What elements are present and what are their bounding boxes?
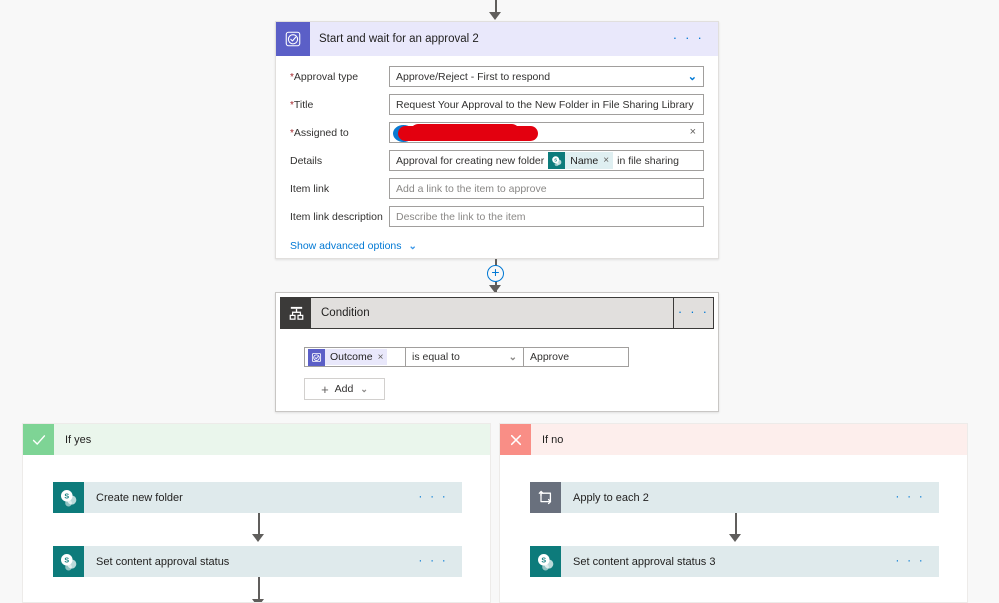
form-row-item-link-description: Item link description Describe the link … — [290, 206, 704, 227]
condition-right-operand-value: Approve — [530, 351, 570, 363]
insert-step-button[interactable]: + — [487, 265, 504, 282]
action-card-condition[interactable]: Condition · · · Outcome × is equal to ⌄ … — [275, 292, 719, 412]
approval-card-menu-button[interactable]: · · · — [663, 30, 718, 49]
svg-text:S: S — [64, 492, 69, 500]
branch-if-yes: If yes S Create new folder · · · S Set c… — [22, 423, 491, 603]
flow-designer-canvas: Start and wait for an approval 2 · · · *… — [0, 0, 999, 603]
connector-arrow-yes-1 — [252, 534, 264, 542]
condition-operator-value: is equal to — [412, 351, 460, 363]
details-input[interactable]: Approval for creating new folder S Name … — [389, 150, 704, 171]
redaction-marker-2 — [410, 124, 520, 141]
details-prefix-text: Approval for creating new folder — [396, 154, 545, 167]
apply-to-each-loop-icon — [530, 482, 561, 513]
connector-arrow-top — [489, 12, 501, 20]
item-link-description-placeholder: Describe the link to the item — [396, 210, 526, 223]
details-suffix-text: in file sharing — [617, 154, 679, 167]
step-title: Create new folder — [96, 491, 183, 504]
condition-expression-row: Outcome × is equal to ⌄ Approve — [304, 347, 718, 367]
chevron-down-icon: ⌄ — [687, 71, 697, 83]
step-set-content-approval-status-3[interactable]: S Set content approval status 3 · · · — [530, 546, 939, 577]
label-title: *Title — [290, 98, 314, 111]
condition-right-operand-field[interactable]: Approve — [524, 347, 629, 367]
token-label: Name — [570, 154, 599, 167]
token-label: Outcome — [330, 351, 373, 363]
token-remove-icon[interactable]: × — [603, 155, 609, 166]
step-set-content-approval-status[interactable]: S Set content approval status · · · — [53, 546, 462, 577]
show-advanced-options-link[interactable]: Show advanced options ⌄ — [290, 234, 417, 252]
title-value: Request Your Approval to the New Folder … — [396, 98, 694, 111]
branch-if-no-header: If no — [500, 424, 967, 455]
step-title: Apply to each 2 — [573, 491, 649, 504]
approval-type-value: Approve/Reject - First to respond — [396, 70, 551, 83]
checkmark-icon — [23, 424, 54, 455]
show-advanced-options-label: Show advanced options — [290, 240, 402, 252]
title-input[interactable]: Request Your Approval to the New Folder … — [389, 94, 704, 115]
form-row-item-link: Item link Add a link to the item to appr… — [290, 178, 704, 199]
branch-if-yes-label: If yes — [65, 433, 92, 446]
dynamic-content-token-outcome[interactable]: Outcome × — [308, 348, 388, 366]
plus-icon: + — [321, 381, 329, 397]
label-item-link-description: Item link description — [290, 210, 383, 223]
sharepoint-icon: S — [548, 152, 566, 169]
approval-type-dropdown[interactable]: Approve/Reject - First to respond ⌄ — [389, 66, 704, 87]
assigned-to-remove-icon[interactable]: × — [690, 126, 696, 138]
label-item-link: Item link — [290, 182, 330, 195]
action-card-approval[interactable]: Start and wait for an approval 2 · · · *… — [275, 21, 719, 259]
step-menu-button[interactable]: · · · — [895, 489, 939, 507]
step-title: Set content approval status — [96, 555, 230, 568]
dynamic-content-token-name[interactable]: S Name × — [548, 152, 614, 169]
sharepoint-icon: S — [53, 482, 84, 513]
connector-arrow-no-1 — [729, 534, 741, 542]
step-menu-button[interactable]: · · · — [895, 553, 939, 571]
condition-left-operand-field[interactable]: Outcome × — [304, 347, 406, 367]
form-row-details: Details Approval for creating new folder… — [290, 150, 704, 171]
approval-clock-check-icon — [308, 348, 325, 366]
branch-if-yes-header: If yes — [23, 424, 490, 455]
form-row-assigned-to: *Assigned to × — [290, 122, 704, 143]
item-link-placeholder: Add a link to the item to approve — [396, 182, 547, 195]
branch-if-no-label: If no — [542, 433, 564, 446]
token-remove-icon[interactable]: × — [378, 352, 388, 363]
approval-clock-check-icon — [276, 22, 310, 56]
approval-form-body: *Approval type Approve/Reject - First to… — [276, 56, 718, 254]
form-row-title: *Title Request Your Approval to the New … — [290, 94, 704, 115]
svg-text:S: S — [554, 157, 557, 162]
form-row-approval-type: *Approval type Approve/Reject - First to… — [290, 66, 704, 87]
step-title: Set content approval status 3 — [573, 555, 716, 568]
step-apply-to-each-2[interactable]: Apply to each 2 · · · — [530, 482, 939, 513]
label-assigned-to: *Assigned to — [290, 126, 349, 139]
condition-body: Outcome × is equal to ⌄ Approve + Add ⌄ — [276, 329, 718, 400]
approval-card-header: Start and wait for an approval 2 · · · — [276, 22, 718, 56]
item-link-description-input[interactable]: Describe the link to the item — [389, 206, 704, 227]
chevron-down-icon: ⌄ — [360, 383, 368, 394]
step-menu-button[interactable]: · · · — [418, 553, 462, 571]
label-details: Details — [290, 154, 323, 167]
assigned-to-input[interactable]: × — [389, 122, 704, 143]
connector-arrow-yes-2 — [252, 599, 264, 602]
add-button-label: Add — [334, 383, 354, 395]
condition-operator-dropdown[interactable]: is equal to ⌄ — [406, 347, 524, 367]
chevron-down-icon: ⌄ — [408, 240, 417, 252]
step-create-new-folder[interactable]: S Create new folder · · · — [53, 482, 462, 513]
sharepoint-icon: S — [530, 546, 561, 577]
label-approval-type: *Approval type — [290, 70, 359, 83]
chevron-down-icon: ⌄ — [508, 351, 517, 363]
condition-header-main[interactable]: Condition — [280, 297, 674, 329]
sharepoint-icon: S — [53, 546, 84, 577]
condition-card-title: Condition — [321, 307, 370, 319]
condition-branch-icon — [281, 298, 311, 328]
condition-card-menu-button[interactable]: · · · — [674, 297, 714, 329]
branch-if-no: If no Apply to each 2 · · · S Set conten… — [499, 423, 968, 603]
close-x-icon — [500, 424, 531, 455]
item-link-input[interactable]: Add a link to the item to approve — [389, 178, 704, 199]
approval-card-title: Start and wait for an approval 2 — [319, 33, 479, 45]
step-menu-button[interactable]: · · · — [418, 489, 462, 507]
add-condition-button[interactable]: + Add ⌄ — [304, 378, 385, 400]
svg-text:S: S — [541, 556, 546, 564]
svg-text:S: S — [64, 556, 69, 564]
condition-card-header: Condition · · · — [276, 293, 718, 329]
